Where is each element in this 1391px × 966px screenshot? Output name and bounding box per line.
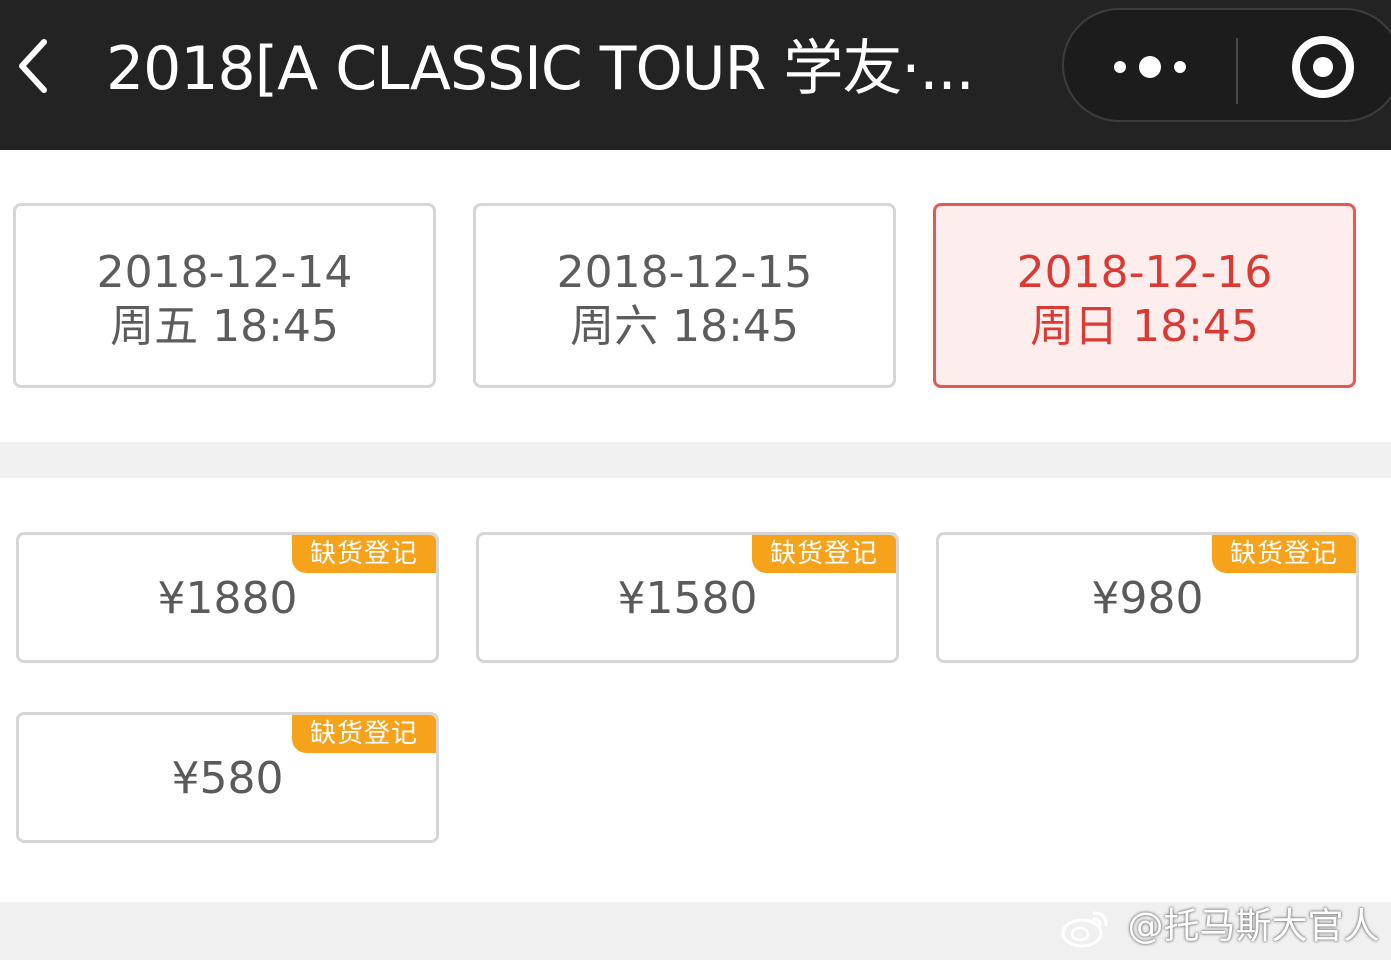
ticket-price-selector: 缺货登记 ¥1880 缺货登记 ¥1580 缺货登记 ¥980 缺货登记 ¥58… — [0, 478, 1391, 902]
weibo-logo-icon — [1060, 905, 1112, 949]
page-title: 2018[A CLASSIC TOUR 学友·... — [106, 34, 975, 104]
back-button[interactable] — [8, 30, 62, 102]
date-option-2018-12-15[interactable]: 2018-12-15 周六 18:45 — [473, 203, 896, 388]
top-navigation-bar: 2018[A CLASSIC TOUR 学友·... — [0, 0, 1391, 150]
price-option-1880[interactable]: 缺货登记 ¥1880 — [16, 532, 439, 663]
price-label: ¥980 — [1091, 573, 1204, 624]
section-divider — [0, 442, 1391, 478]
price-label: ¥580 — [171, 753, 284, 804]
mini-program-capsule — [1062, 8, 1391, 122]
weibo-watermark: @托马斯大官人 — [1060, 898, 1391, 954]
out-of-stock-register-badge[interactable]: 缺货登记 — [752, 535, 896, 573]
weekday-time-label: 周五 18:45 — [110, 301, 339, 352]
date-label: 2018-12-16 — [1016, 247, 1273, 298]
more-button[interactable] — [1064, 10, 1236, 120]
out-of-stock-register-badge[interactable]: 缺货登记 — [292, 535, 436, 573]
close-button[interactable] — [1238, 10, 1391, 120]
date-option-2018-12-16-selected[interactable]: 2018-12-16 周日 18:45 — [933, 203, 1356, 388]
price-option-580[interactable]: 缺货登记 ¥580 — [16, 712, 439, 843]
out-of-stock-register-badge[interactable]: 缺货登记 — [292, 715, 436, 753]
out-of-stock-register-badge[interactable]: 缺货登记 — [1212, 535, 1356, 573]
date-label: 2018-12-15 — [556, 247, 813, 298]
date-label: 2018-12-14 — [96, 247, 353, 298]
weekday-time-label: 周六 18:45 — [570, 301, 799, 352]
price-option-980[interactable]: 缺货登记 ¥980 — [936, 532, 1359, 663]
date-option-2018-12-14[interactable]: 2018-12-14 周五 18:45 — [13, 203, 436, 388]
price-label: ¥1880 — [157, 573, 298, 624]
chevron-left-icon — [19, 39, 47, 93]
more-dots-icon — [1114, 56, 1186, 78]
watermark-text: @托马斯大官人 — [1127, 906, 1380, 947]
weekday-time-label: 周日 18:45 — [1030, 301, 1259, 352]
price-label: ¥1580 — [617, 573, 758, 624]
target-circle-icon — [1292, 36, 1354, 98]
session-date-selector: 2018-12-14 周五 18:45 2018-12-15 周六 18:45 … — [0, 150, 1391, 442]
price-option-1580[interactable]: 缺货登记 ¥1580 — [476, 532, 899, 663]
